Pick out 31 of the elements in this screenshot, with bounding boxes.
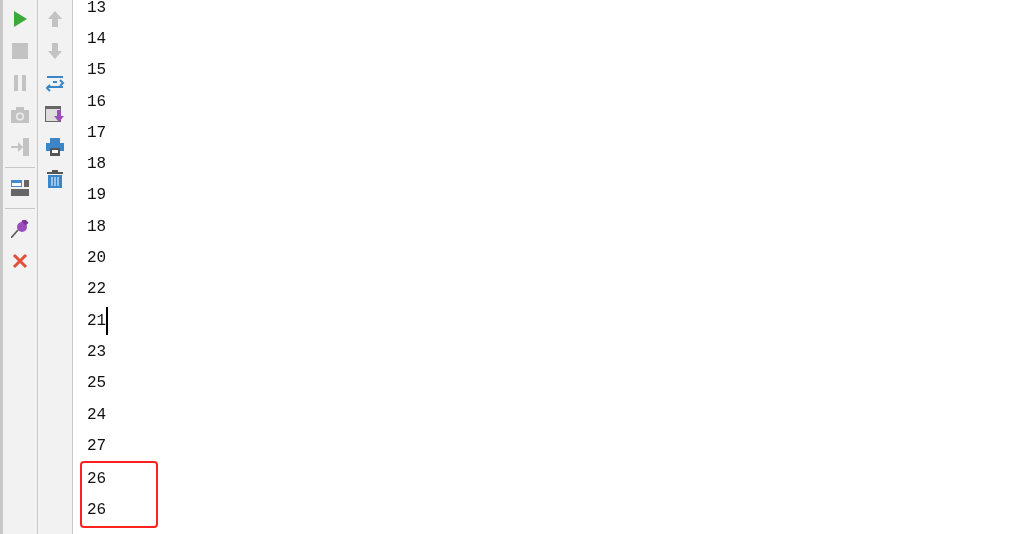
pause-icon bbox=[14, 75, 26, 91]
console-line: 17 bbox=[87, 122, 107, 144]
scroll-to-end-icon bbox=[45, 106, 65, 124]
wrap-icon bbox=[45, 74, 65, 92]
console-line: 25 bbox=[87, 373, 107, 395]
trash-icon bbox=[47, 170, 63, 188]
console-line: 21 bbox=[87, 310, 107, 332]
console-line: 18 bbox=[87, 154, 107, 176]
console-line: 13 bbox=[87, 0, 107, 19]
close-icon bbox=[12, 253, 28, 269]
console-line: 23 bbox=[87, 341, 107, 363]
stop-icon bbox=[12, 43, 28, 59]
arrow-down-icon bbox=[48, 43, 62, 59]
console-line: 26 bbox=[87, 469, 107, 491]
console-line: 27 bbox=[87, 435, 107, 457]
layout-icon bbox=[11, 180, 29, 196]
camera-icon bbox=[11, 107, 29, 123]
console-line: 16 bbox=[87, 91, 107, 113]
console-line: 20 bbox=[87, 248, 107, 269]
arrow-up-icon bbox=[48, 11, 62, 27]
console-line: 18 bbox=[87, 216, 107, 238]
pin-icon bbox=[11, 220, 29, 238]
console-line: 24 bbox=[87, 404, 107, 426]
console-line: 15 bbox=[87, 60, 107, 82]
console-line: 14 bbox=[87, 28, 107, 50]
exit-icon bbox=[11, 138, 29, 156]
console-line: 26 bbox=[87, 500, 107, 522]
console-line: 19 bbox=[87, 185, 107, 207]
run-icon bbox=[13, 11, 27, 27]
console-line: 22 bbox=[87, 279, 107, 301]
printer-icon bbox=[46, 138, 64, 156]
